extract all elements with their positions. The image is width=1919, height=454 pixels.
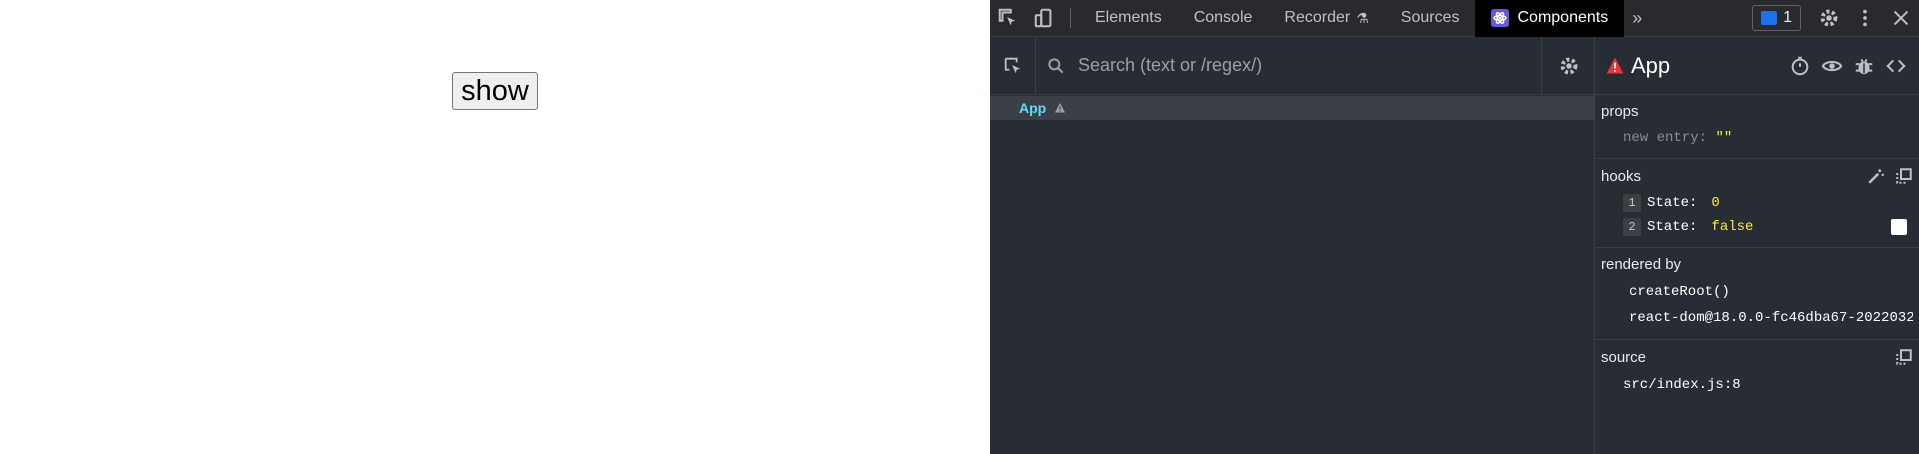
copy-icon[interactable] xyxy=(1895,167,1913,185)
hook-row: 1 State: 0 xyxy=(1601,191,1913,215)
component-tree-pane: App xyxy=(990,36,1595,454)
props-section: props new entry : "" xyxy=(1595,95,1919,159)
tabbar-separator xyxy=(1070,8,1071,28)
inspector-component-name: App xyxy=(1631,52,1671,78)
tree-node-app[interactable]: App xyxy=(990,96,1594,120)
warning-icon xyxy=(1055,103,1066,113)
hook-value[interactable]: false xyxy=(1711,219,1753,235)
hooks-title: hooks xyxy=(1601,167,1642,185)
magic-wand-icon[interactable] xyxy=(1867,167,1885,185)
issues-chat-icon xyxy=(1761,11,1778,25)
search-field xyxy=(1036,37,1541,95)
hook-boolean-checkbox[interactable] xyxy=(1891,219,1907,235)
warning-icon xyxy=(1606,57,1624,73)
hook-value[interactable]: 0 xyxy=(1711,195,1719,211)
issues-count: 1 xyxy=(1783,9,1792,26)
component-inspector: App props new entry : "" hooks 1 State: … xyxy=(1595,37,1919,454)
hook-row: 2 State: false xyxy=(1601,215,1913,239)
search-icon xyxy=(1046,56,1066,76)
tab-recorder[interactable]: Recorder ⚗ xyxy=(1268,0,1384,37)
component-settings-icon[interactable] xyxy=(1541,36,1595,95)
devtools-panel: Elements Console Recorder ⚗ Sources Comp… xyxy=(990,0,1919,454)
hook-index: 2 xyxy=(1623,218,1641,236)
tree-node-label: App xyxy=(1019,100,1047,116)
close-icon[interactable] xyxy=(1883,0,1919,37)
copy-icon[interactable] xyxy=(1895,348,1913,366)
settings-gear-icon[interactable] xyxy=(1811,0,1847,37)
source-title: source xyxy=(1601,348,1647,366)
new-entry-key: new entry xyxy=(1623,130,1699,146)
stopwatch-icon[interactable] xyxy=(1789,55,1811,77)
code-icon[interactable] xyxy=(1885,55,1907,77)
tab-sources[interactable]: Sources xyxy=(1385,0,1476,37)
search-input[interactable] xyxy=(1078,55,1541,76)
source-section: source src/index.js:8 xyxy=(1595,340,1919,406)
props-title: props xyxy=(1601,103,1639,120)
new-entry-row[interactable]: new entry : "" xyxy=(1601,126,1913,150)
rendered-by-item: react-dom@18.0.0-fc46dba67-20220329 xyxy=(1629,310,1913,326)
tree-search-bar xyxy=(990,36,1595,95)
source-location[interactable]: src/index.js:8 xyxy=(1601,372,1913,398)
page-viewport: show xyxy=(0,0,990,454)
tab-console[interactable]: Console xyxy=(1178,0,1269,37)
rendered-by-item: createRoot() xyxy=(1629,284,1730,300)
hooks-section: hooks 1 State: 0 2 State: false xyxy=(1595,159,1919,248)
device-toolbar-icon[interactable] xyxy=(1026,0,1062,37)
more-tabs-icon[interactable]: » xyxy=(1624,8,1650,29)
react-logo-icon xyxy=(1491,9,1510,27)
tab-components[interactable]: Components xyxy=(1475,0,1625,37)
flask-icon: ⚗ xyxy=(1356,9,1369,26)
show-button[interactable]: show xyxy=(452,72,538,110)
rendered-by-section: rendered by createRoot() react-dom@18.0.… xyxy=(1595,248,1919,340)
inspector-header: App xyxy=(1595,37,1919,95)
hook-index: 1 xyxy=(1623,194,1641,212)
bug-icon[interactable] xyxy=(1853,55,1875,77)
kebab-menu-icon[interactable] xyxy=(1847,0,1883,37)
new-entry-value[interactable]: "" xyxy=(1715,130,1732,146)
hook-key: State: xyxy=(1647,219,1698,235)
rendered-by-title: rendered by xyxy=(1601,256,1682,273)
inspect-element-icon[interactable] xyxy=(990,0,1026,37)
select-component-icon[interactable] xyxy=(990,36,1036,95)
hook-key: State: xyxy=(1647,195,1698,211)
tab-elements[interactable]: Elements xyxy=(1079,0,1178,37)
devtools-tabbar: Elements Console Recorder ⚗ Sources Comp… xyxy=(990,0,1919,37)
eye-icon[interactable] xyxy=(1821,55,1843,77)
issues-button[interactable]: 1 xyxy=(1752,5,1801,31)
